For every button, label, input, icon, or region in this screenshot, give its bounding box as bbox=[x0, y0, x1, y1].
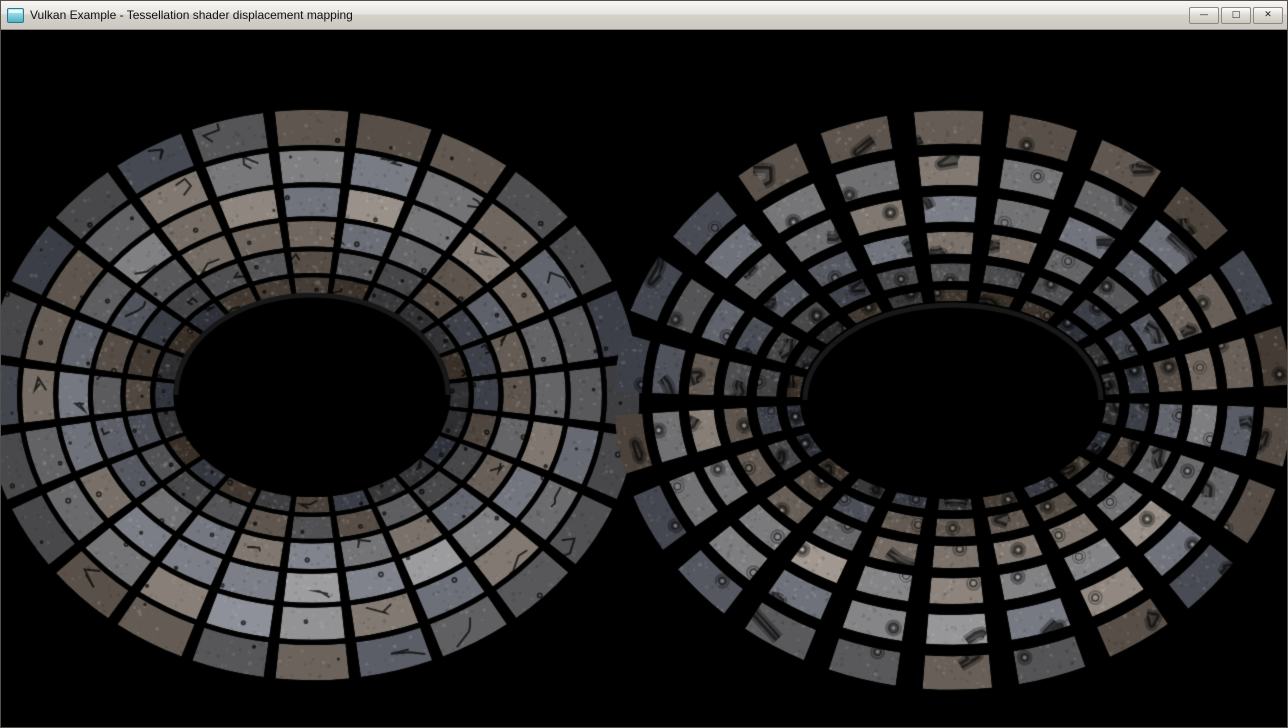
window-title: Vulkan Example - Tessellation shader dis… bbox=[30, 1, 1181, 29]
close-button[interactable]: ✕ bbox=[1253, 7, 1283, 24]
minimize-button[interactable]: — bbox=[1189, 7, 1219, 24]
window-controls: — □ ✕ bbox=[1189, 7, 1283, 24]
app-window: Vulkan Example - Tessellation shader dis… bbox=[0, 0, 1288, 728]
titlebar[interactable]: Vulkan Example - Tessellation shader dis… bbox=[1, 1, 1287, 30]
app-icon bbox=[7, 8, 24, 23]
vulkan-render-canvas[interactable] bbox=[1, 30, 1287, 728]
maximize-button[interactable]: □ bbox=[1221, 7, 1251, 24]
render-viewport bbox=[1, 30, 1287, 728]
